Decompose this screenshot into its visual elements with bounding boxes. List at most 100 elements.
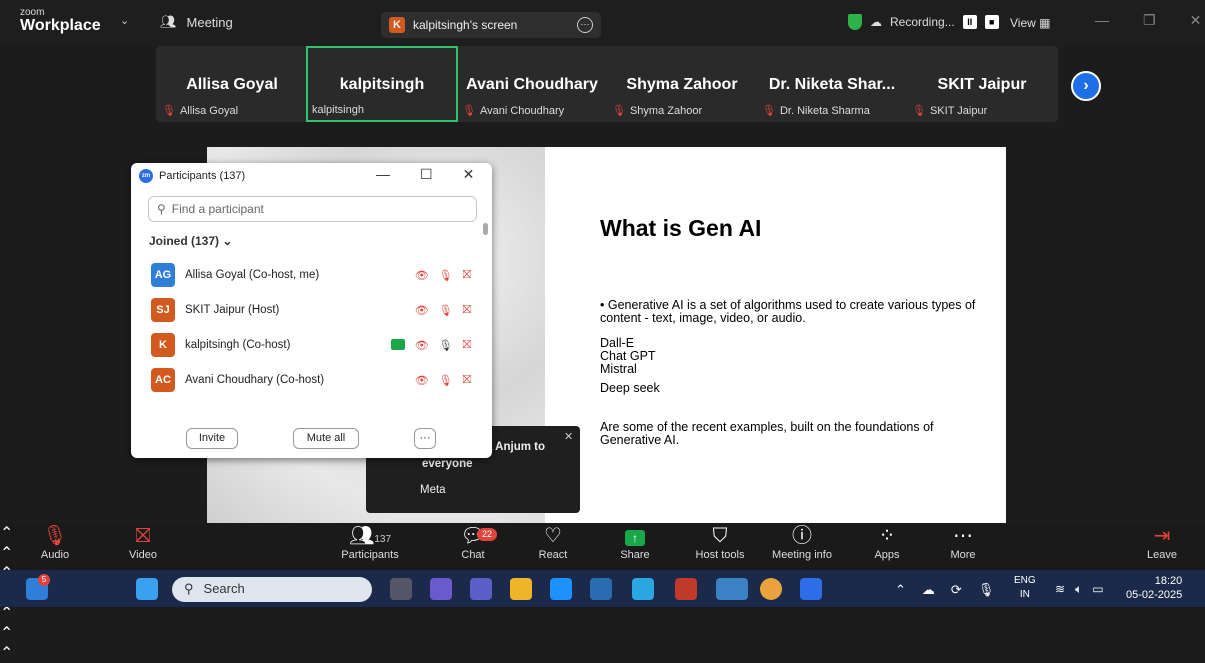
view-button[interactable]: View ▦: [1010, 16, 1050, 30]
screen-share-icon: [390, 338, 405, 350]
host-tools-button[interactable]: ⛉ Host tools: [690, 523, 750, 561]
tile-name: Allisa Goyal: [186, 76, 278, 93]
participants-panel: zm Participants (137) — ☐ ✕ ⚲ Find a par…: [131, 163, 492, 458]
audio-button[interactable]: 🎙︎ Audio: [38, 523, 72, 561]
mute-all-button[interactable]: Mute all: [293, 428, 359, 449]
chevron-up-icon[interactable]: ⌃: [0, 523, 1205, 543]
store-icon[interactable]: [590, 578, 612, 600]
video-tile[interactable]: SKIT Jaipur 🎙︎ SKIT Jaipur: [906, 46, 1058, 122]
sync-icon[interactable]: ⟳: [951, 582, 962, 598]
brand-line2: Workplace: [20, 17, 101, 34]
close-icon[interactable]: ✕: [463, 166, 475, 183]
minimize-icon[interactable]: —: [1095, 12, 1109, 29]
video-button[interactable]: ⛝ Video: [126, 523, 160, 561]
meeting-toolbar: 🎙︎Audio ⌃ ⛝Video ⌃ 👥︎137Participants ⌃ 💬…: [0, 523, 1205, 662]
scrollbar[interactable]: [483, 223, 488, 235]
mcafee-icon[interactable]: [675, 578, 697, 600]
app-icon[interactable]: [632, 578, 654, 600]
video-off-icon[interactable]: ⛝: [463, 269, 471, 282]
clock-time: 18:20: [1154, 575, 1183, 587]
mic-icon[interactable]: 🎙︎: [439, 339, 453, 352]
search-placeholder: Find a participant: [171, 202, 264, 216]
leave-button[interactable]: ⇥ Leave: [1145, 523, 1179, 561]
close-icon[interactable]: ✕: [1190, 12, 1202, 29]
share-label: Share: [620, 549, 650, 561]
invite-button[interactable]: Invite: [186, 428, 238, 449]
more-options-icon[interactable]: ···: [577, 17, 593, 33]
chevron-up-icon[interactable]: ⌃: [0, 623, 1205, 643]
minimize-icon[interactable]: —: [376, 166, 390, 183]
participant-row[interactable]: K kalpitsingh (Co-host) 👁︎ 🎙︎ ⛝: [151, 333, 471, 357]
mic-muted-icon[interactable]: 🎙︎: [439, 304, 453, 317]
grid-icon: ▦: [1039, 16, 1051, 30]
slide-item: Deep seek: [600, 381, 660, 395]
meeting-info-button[interactable]: ⓘ Meeting info: [766, 523, 838, 561]
video-off-icon[interactable]: ⛝: [463, 374, 471, 387]
chevron-up-icon[interactable]: ⌃: [895, 582, 906, 598]
screen-share-pill[interactable]: K kalpitsingh's screen ···: [381, 12, 601, 38]
taskbar-clock[interactable]: 18:20 05-02-2025: [1126, 574, 1182, 602]
chat-notif-line3: Meta: [420, 484, 446, 496]
video-off-icon[interactable]: ⛝: [463, 339, 471, 352]
mic-muted-icon: 🎙︎: [762, 105, 776, 117]
meeting-menu[interactable]: 👥︎ Meeting: [160, 14, 233, 30]
participant-row[interactable]: AG Allisa Goyal (Co-host, me) 👁︎ 🎙︎ ⛝: [151, 263, 471, 287]
chevron-up-icon[interactable]: ⌃: [0, 543, 1205, 563]
start-icon[interactable]: [136, 578, 158, 600]
slide-content: What is Gen AI I • Generative AI is a se…: [545, 147, 1006, 523]
shield-icon: [848, 14, 862, 30]
app-icon[interactable]: [430, 578, 452, 600]
tile-label: SKIT Jaipur: [929, 104, 988, 117]
avatar: AC: [151, 368, 175, 392]
system-tray-status[interactable]: ≋ 🔈︎ ▭: [1055, 582, 1104, 597]
cloud-icon[interactable]: ☁︎: [922, 582, 935, 598]
task-view-icon[interactable]: [390, 578, 412, 600]
chrome-icon[interactable]: [760, 578, 782, 600]
eye-icon: 👁︎: [414, 374, 429, 387]
edge-icon[interactable]: [550, 578, 572, 600]
participant-name: SKIT Jaipur (Host): [184, 304, 280, 316]
tile-label: Shyma Zahoor: [629, 104, 703, 117]
recording-label: Recording...: [890, 15, 955, 29]
participants-title-bar: zm Participants (137): [139, 169, 245, 183]
video-tile[interactable]: Dr. Niketa Shar... 🎙︎ Dr. Niketa Sharma: [756, 46, 908, 122]
next-page-button[interactable]: ›: [1071, 71, 1101, 101]
participant-row[interactable]: SJ SKIT Jaipur (Host) 👁︎ 🎙︎ ⛝: [151, 298, 471, 322]
chevron-down-icon[interactable]: ⌄: [120, 14, 129, 27]
react-button[interactable]: ♡ React: [536, 523, 570, 561]
participant-search-input[interactable]: ⚲ Find a participant: [148, 196, 477, 222]
notifications-icon[interactable]: 5: [26, 574, 50, 600]
video-tile[interactable]: Avani Choudhary 🎙︎ Avani Choudhary: [456, 46, 608, 122]
close-icon[interactable]: ✕: [564, 430, 573, 443]
joined-group-toggle[interactable]: Joined (137) ⌄: [149, 234, 232, 248]
mic-muted-icon[interactable]: 🎙︎: [439, 269, 453, 282]
chevron-down-icon: ⌄: [222, 234, 233, 248]
mic-icon[interactable]: 🎙︎: [978, 582, 995, 598]
maximize-icon[interactable]: ☐: [420, 166, 433, 183]
zoom-app-icon[interactable]: [800, 578, 822, 600]
restore-icon[interactable]: ❐: [1143, 12, 1156, 29]
chevron-up-icon[interactable]: ⌃: [0, 643, 1205, 663]
video-tile[interactable]: Allisa Goyal 🎙︎ Allisa Goyal: [156, 46, 308, 122]
more-button[interactable]: ⋯ More: [946, 523, 980, 561]
taskbar-search[interactable]: ⚲ Search: [172, 577, 372, 602]
apps-button[interactable]: ⁘ Apps: [870, 523, 904, 561]
language-indicator[interactable]: ENG IN: [1014, 574, 1036, 602]
mic-muted-icon[interactable]: 🎙︎: [439, 374, 453, 387]
participant-row[interactable]: AC Avani Choudhary (Co-host) 👁︎ 🎙︎ ⛝: [151, 368, 471, 392]
more-options-button[interactable]: ···: [414, 428, 436, 449]
video-tile[interactable]: Shyma Zahoor 🎙︎ Shyma Zahoor: [606, 46, 758, 122]
file-explorer-icon[interactable]: [510, 578, 532, 600]
video-gallery-strip: Allisa Goyal 🎙︎ Allisa Goyal kalpitsingh …: [156, 46, 1058, 122]
stop-recording-button[interactable]: ■: [984, 15, 999, 29]
video-tile-active-speaker[interactable]: kalpitsingh kalpitsingh: [306, 46, 458, 122]
app-icon[interactable]: [716, 578, 748, 600]
participants-button[interactable]: 👥︎137 Participants: [334, 523, 406, 561]
meeting-info-label: Meeting info: [772, 549, 832, 561]
pause-recording-button[interactable]: II: [962, 15, 977, 29]
share-button[interactable]: ↑ Share: [618, 523, 652, 561]
teams-icon[interactable]: [470, 578, 492, 600]
mic-muted-icon: 🎙︎: [162, 105, 176, 117]
video-off-icon[interactable]: ⛝: [463, 304, 471, 317]
recording-status: ☁︎ Recording... II ■: [848, 14, 999, 30]
